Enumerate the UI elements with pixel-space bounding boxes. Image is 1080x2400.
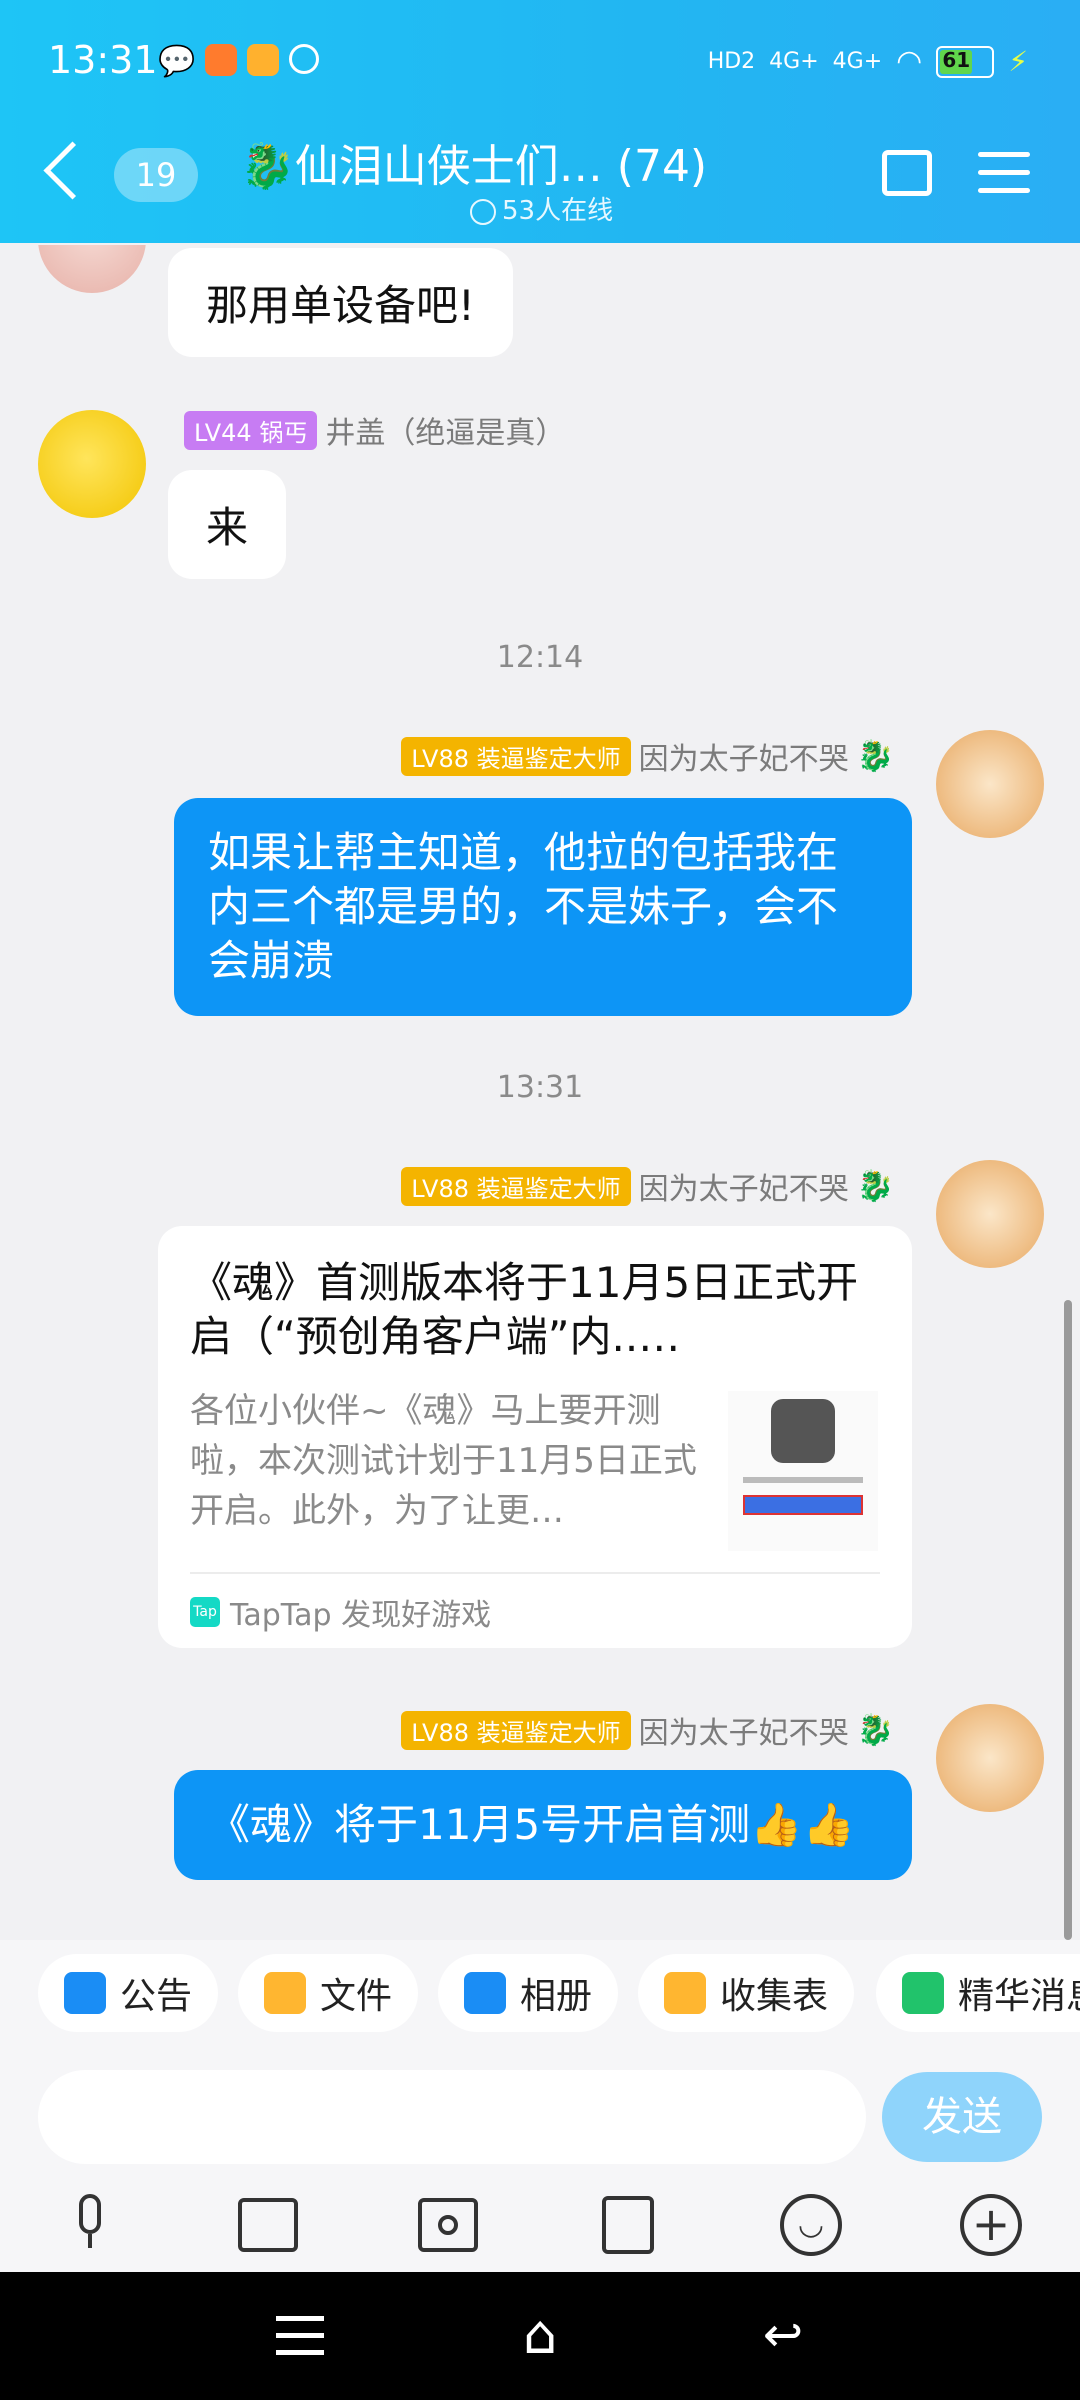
navigation-bar: ⌂ ↩ [0,2272,1080,2400]
level-badge: LV88 装逼鉴定大师 [401,736,631,776]
scrollbar[interactable] [1064,1300,1072,1940]
compass-icon [289,44,320,74]
highlights-button[interactable]: 精华消息 [876,1954,1080,2032]
timestamp: 13:31 [496,1070,584,1105]
group-title[interactable]: 🐉仙泪山侠士们… (74) [240,130,707,194]
plus-icon[interactable]: + [960,2194,1022,2256]
back-nav-icon[interactable]: ↩ [756,2308,810,2362]
status-right: HD2 4G+ 4G+ ◠ 61 ⚡ [708,44,1028,79]
status-time: 13:31 [48,38,158,82]
sender-line: LV44 锅丐 井盖（绝逼是真） [184,408,565,452]
signal-label-2: 4G+ [832,49,883,74]
avatar[interactable] [936,1160,1044,1268]
clipboard-icon [664,1972,706,2014]
charging-icon: ⚡ [1008,45,1028,78]
camera-icon[interactable] [418,2198,478,2252]
files-button[interactable]: 文件 [238,1954,419,2032]
sender-name[interactable]: 因为太子妃不哭 [639,734,849,778]
link-card[interactable]: 《魂》首测版本将于11月5日正式开启（“预创角客户端”内..… 各位小伙伴~《魂… [158,1226,912,1648]
card-thumbnail [728,1391,878,1551]
avatar[interactable] [38,410,146,518]
timestamp: 12:14 [496,640,584,675]
menu-nav-icon[interactable] [276,2316,324,2356]
message-bubble[interactable]: 来 [168,470,287,579]
level-badge: LV44 锅丐 [184,410,318,450]
card-source: Tap TapTap 发现好游戏 [190,1590,491,1634]
calendar-icon[interactable] [882,150,932,196]
message-bubble[interactable]: 如果让帮主知道，他拉的包括我在内三个都是男的，不是妹子，会不会崩溃 [174,798,912,1016]
highlight-icon [902,1972,944,2014]
signal-label-1: 4G+ [769,49,819,74]
quick-action-bar: 公告 文件 相册 收集表 精华消息 [0,1940,1080,2048]
online-icon [470,198,496,225]
message-input[interactable] [38,2070,866,2164]
sender-name[interactable]: 因为太子妃不哭 [639,1164,849,1208]
header: 13:31 💬 HD2 4G+ 4G+ ◠ 61 ⚡ 19 🐉仙泪山侠士们… (… [0,0,1080,243]
album-button[interactable]: 相册 [438,1954,619,2032]
folder-icon [264,1972,306,2014]
battery-icon: 61 [936,45,995,78]
taptap-icon: Tap [190,1597,220,1627]
wechat-icon: 💬 [158,44,196,79]
app-icon [247,44,280,76]
sender-name[interactable]: 因为太子妃不哭 [639,1708,849,1752]
sender-line: LV88 装逼鉴定大师 因为太子妃不哭 🐉 [401,1164,894,1208]
input-row: 发送 [0,2048,1080,2184]
announcement-icon [64,1972,106,2014]
online-count[interactable]: 53人在线 [470,190,613,227]
message-bubble[interactable]: 《魂》将于11月5号开启首测👍👍 [174,1770,912,1880]
status-app-icons: 💬 [158,44,320,79]
level-badge: LV88 装逼鉴定大师 [401,1710,631,1750]
home-icon[interactable]: ⌂ [510,2308,570,2362]
unread-badge[interactable]: 19 [114,148,198,202]
wifi-icon: ◠ [896,44,923,79]
tool-row: ◡ + [0,2184,1080,2272]
emoji-icon[interactable]: ◡ [780,2194,842,2256]
level-badge: LV88 装逼鉴定大师 [401,1166,631,1206]
message-bubble[interactable]: 那用单设备吧! [168,248,513,357]
card-description: 各位小伙伴~《魂》马上要开测啦，本次测试计划于11月5日正式开启。此外，为了让更… [190,1391,697,1531]
send-button[interactable]: 发送 [882,2072,1042,2162]
menu-icon[interactable] [978,152,1030,196]
dragon-emoji-icon: 🐉 [856,738,894,774]
dragon-emoji-icon: 🐉 [856,1168,894,1204]
divider [190,1572,880,1574]
dragon-emoji-icon: 🐉 [856,1712,894,1748]
avatar[interactable] [936,1704,1044,1812]
form-button[interactable]: 收集表 [638,1954,855,2032]
hd-label: HD2 [707,49,756,74]
image-icon[interactable] [238,2198,298,2252]
sender-name[interactable]: 井盖（绝逼是真） [325,408,565,452]
album-icon [464,1972,506,2014]
sender-line: LV88 装逼鉴定大师 因为太子妃不哭 🐉 [401,734,894,778]
app-icon [205,44,238,76]
announcement-button[interactable]: 公告 [38,1954,219,2032]
microphone-icon[interactable] [68,2194,112,2256]
avatar[interactable] [936,730,1044,838]
back-icon[interactable] [43,141,102,200]
dragon-emoji-icon: 🐉 [240,141,295,192]
red-packet-icon[interactable] [602,2196,654,2254]
card-title: 《魂》首测版本将于11月5日正式开启（“预创角客户端”内..… [190,1258,859,1361]
sender-line: LV88 装逼鉴定大师 因为太子妃不哭 🐉 [401,1708,894,1752]
